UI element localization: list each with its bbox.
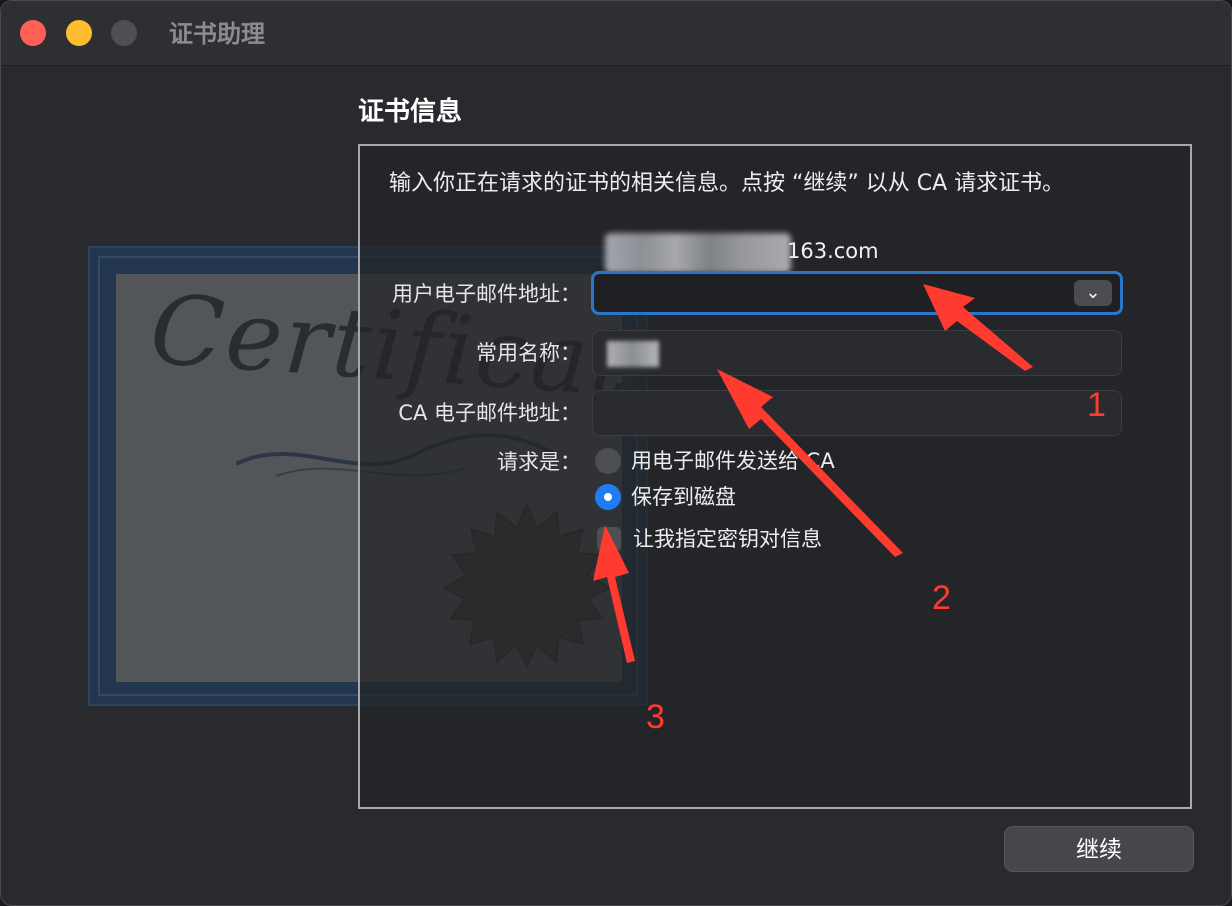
continue-button[interactable]: 继续 bbox=[1004, 826, 1194, 872]
ca-email-input[interactable] bbox=[592, 390, 1122, 436]
window-title: 证书助理 bbox=[169, 20, 265, 48]
ca-email-label: CA 电子邮件地址： bbox=[398, 401, 581, 425]
certificate-assistant-window: 证书助理 Certificate 证书信息 输入你正在请求的证书的相关信息。点按… bbox=[0, 0, 1232, 906]
radio-save-disk[interactable] bbox=[595, 484, 621, 510]
annotation-number-1: 1 bbox=[1087, 386, 1106, 424]
annotation-number-2: 2 bbox=[932, 579, 951, 617]
minimize-window-button[interactable] bbox=[66, 20, 92, 46]
request-label: 请求是： bbox=[497, 450, 581, 474]
option-email-ca-label: 用电子邮件发送给 CA bbox=[631, 449, 835, 473]
radio-email-ca[interactable] bbox=[595, 448, 621, 474]
common-name-label: 常用名称： bbox=[476, 341, 581, 365]
title-bar: 证书助理 bbox=[1, 1, 1231, 66]
close-window-button[interactable] bbox=[20, 20, 46, 46]
zoom-window-button[interactable] bbox=[111, 20, 137, 46]
redacted-email-blur bbox=[605, 233, 791, 273]
chevron-down-icon[interactable]: ⌄ bbox=[1074, 280, 1112, 306]
user-email-label: 用户电子邮件地址： bbox=[392, 282, 581, 306]
user-email-combobox[interactable]: ⌄ bbox=[591, 271, 1123, 315]
specify-keypair-checkbox[interactable] bbox=[597, 527, 621, 551]
option-save-disk-label: 保存到磁盘 bbox=[631, 485, 736, 509]
annotation-number-3: 3 bbox=[646, 698, 665, 736]
instructions-text: 输入你正在请求的证书的相关信息。点按 “继续” 以从 CA 请求证书。 bbox=[389, 171, 1065, 196]
section-title: 证书信息 bbox=[358, 97, 463, 127]
redacted-name-blur bbox=[607, 341, 659, 367]
email-suggestion-domain: 163.com bbox=[787, 239, 879, 263]
specify-keypair-label: 让我指定密钥对信息 bbox=[633, 527, 822, 551]
common-name-input[interactable] bbox=[592, 330, 1122, 376]
